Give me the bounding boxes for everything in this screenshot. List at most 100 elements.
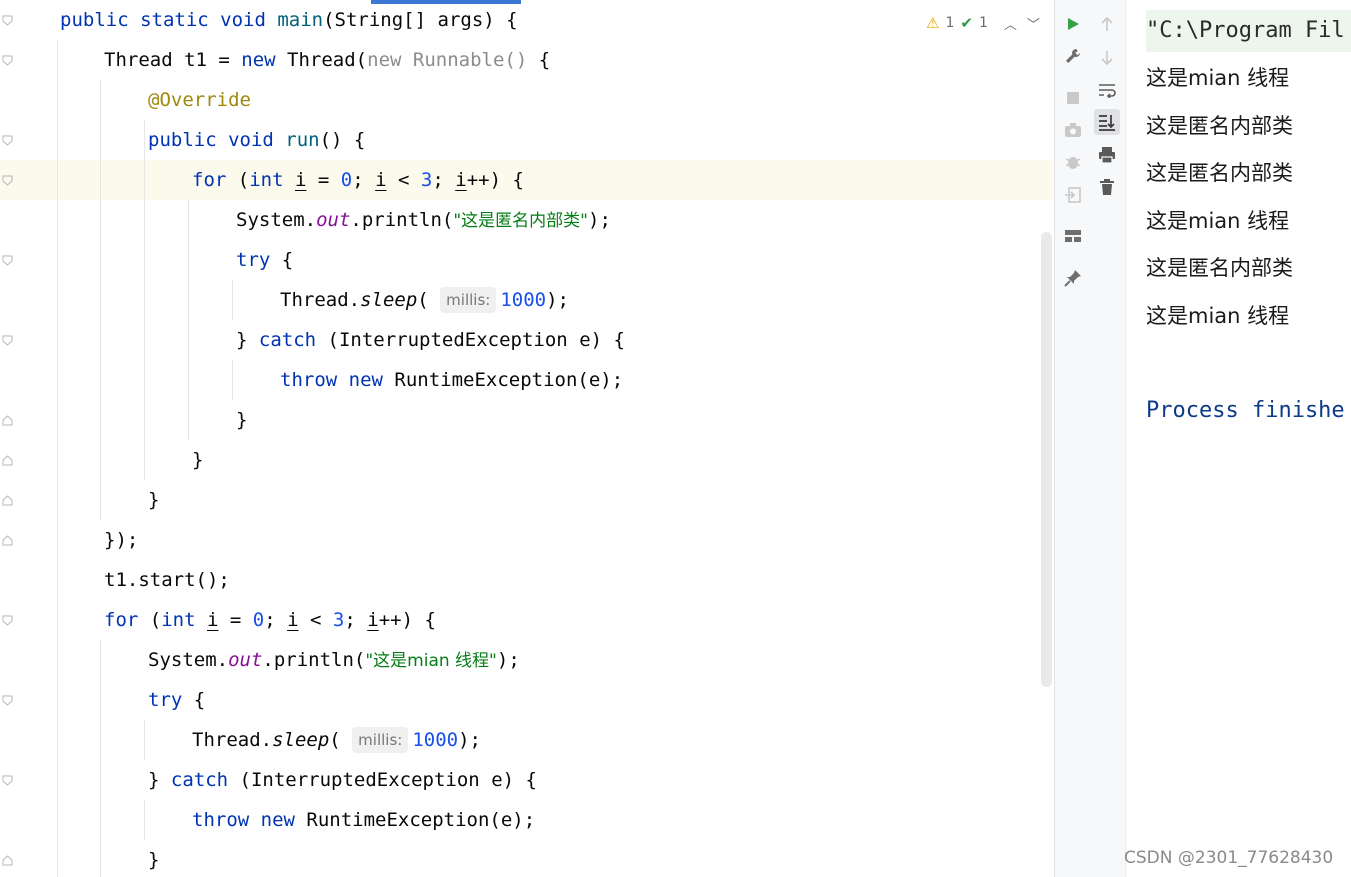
indent-guide (100, 80, 101, 520)
stop-icon[interactable] (1063, 88, 1083, 108)
indent-guide (144, 720, 145, 760)
code-token: Thread( (287, 49, 368, 71)
code-token: Thread. (280, 289, 361, 311)
code-token: i (455, 169, 467, 191)
code-token: i (375, 169, 387, 191)
code-token: < (298, 609, 333, 631)
code-line[interactable]: }); (0, 520, 1054, 560)
code-editor[interactable]: public static void main(String[] args) {… (0, 0, 1054, 877)
code-line[interactable]: } (0, 840, 1054, 877)
code-line[interactable]: for (int i = 0; i < 3; i++) { (0, 600, 1054, 640)
fold-marker-icon[interactable] (2, 135, 13, 146)
code-line[interactable]: throw new RuntimeException(e); (0, 360, 1054, 400)
code-line[interactable]: } (0, 400, 1054, 440)
code-token: } (148, 489, 160, 511)
print-icon[interactable] (1097, 145, 1117, 165)
code-line[interactable]: } (0, 480, 1054, 520)
code-line[interactable]: @Override (0, 80, 1054, 120)
next-highlight-icon[interactable]: ﹀ (1027, 14, 1040, 33)
code-token: { (538, 49, 551, 71)
code-token: } (148, 849, 160, 871)
code-token: ); (546, 289, 569, 311)
code-token: out (228, 649, 263, 671)
pin-icon[interactable] (1063, 268, 1083, 288)
code-token: for (192, 169, 238, 191)
code-line[interactable]: try { (0, 240, 1054, 280)
fold-marker-icon[interactable] (2, 455, 13, 466)
code-line[interactable]: throw new RuntimeException(e); (0, 800, 1054, 840)
fold-marker-icon[interactable] (2, 255, 13, 266)
wrench-icon[interactable] (1063, 46, 1083, 66)
layout-icon[interactable] (1063, 226, 1083, 246)
code-line[interactable]: public static void main(String[] args) { (0, 0, 1054, 40)
soft-wrap-icon[interactable] (1097, 80, 1117, 100)
indent-guide (188, 200, 189, 440)
code-line[interactable]: public void run() { (0, 120, 1054, 160)
code-line[interactable]: Thread.sleep( millis: 1000); (0, 720, 1054, 760)
code-line[interactable]: try { (0, 680, 1054, 720)
code-line[interactable]: System.out.println("这是mian 线程"); (0, 640, 1054, 680)
code-token: sleep (272, 729, 330, 751)
code-line[interactable]: System.out.println("这是匿名内部类"); (0, 200, 1054, 240)
code-token: 0 (252, 609, 265, 631)
console-toolbar (1091, 0, 1126, 877)
code-line[interactable]: } catch (InterruptedException e) { (0, 320, 1054, 360)
previous-highlight-icon[interactable]: ︿ (1004, 14, 1017, 33)
code-token: i (287, 609, 299, 631)
code-token: }); (104, 529, 139, 551)
typo-count: 1 (978, 15, 988, 31)
code-token: ++) { (378, 609, 436, 631)
code-line[interactable]: Thread.sleep( millis: 1000); (0, 280, 1054, 320)
code-token: .println( (350, 209, 454, 231)
code-token: new Runnable() (367, 49, 539, 71)
code-token: ++) { (466, 169, 524, 191)
fold-marker-icon[interactable] (2, 15, 13, 26)
code-token: (InterruptedException e) { (239, 769, 537, 791)
indent-guide (232, 280, 233, 320)
fold-marker-icon[interactable] (2, 775, 13, 786)
code-token: ); (458, 729, 481, 751)
indent-guide (232, 360, 233, 400)
fold-marker-icon[interactable] (2, 615, 13, 626)
fold-marker-icon[interactable] (2, 495, 13, 506)
code-token: (InterruptedException e) { (327, 329, 625, 351)
fold-marker-icon[interactable] (2, 695, 13, 706)
code-token: 1000 (412, 729, 459, 751)
code-line[interactable]: Thread t1 = new Thread(new Runnable() { (0, 40, 1054, 80)
code-line[interactable]: } catch (InterruptedException e) { (0, 760, 1054, 800)
code-token: "这是匿名内部类" (453, 211, 588, 231)
console-output-line: 这是匿名内部类 (1146, 161, 1293, 185)
indent-guide (144, 120, 145, 480)
code-line[interactable]: t1.start(); (0, 560, 1054, 600)
camera-icon[interactable] (1063, 120, 1083, 140)
code-line[interactable]: } (0, 440, 1054, 480)
arrow-down-icon[interactable] (1097, 48, 1117, 68)
fold-marker-icon[interactable] (2, 415, 13, 426)
debug-bug-icon[interactable] (1063, 152, 1083, 172)
code-token: int (161, 609, 207, 631)
console-output-line: 这是mian 线程 (1146, 209, 1290, 233)
fold-marker-icon[interactable] (2, 855, 13, 866)
inspection-widget[interactable]: ⚠ 1 ✔ 1 ︿ ﹀ (926, 12, 1040, 34)
code-token: } (236, 329, 259, 351)
run-toolbar (1054, 0, 1092, 877)
code-token: 1000 (500, 289, 547, 311)
warning-icon: ⚠ (926, 14, 940, 32)
current-code-line[interactable]: for (int i = 0; i < 3; i++) { (0, 160, 1054, 200)
fold-marker-icon[interactable] (2, 335, 13, 346)
editor-scrollbar[interactable] (1041, 232, 1052, 687)
code-token: ( (329, 729, 353, 751)
arrow-up-icon[interactable] (1097, 14, 1117, 34)
exit-icon[interactable] (1063, 185, 1083, 205)
fold-marker-icon[interactable] (2, 55, 13, 66)
code-token: int (249, 169, 295, 191)
code-token: catch (170, 769, 240, 791)
code-token: 0 (340, 169, 353, 191)
fold-marker-icon[interactable] (2, 535, 13, 546)
trash-icon[interactable] (1097, 177, 1117, 197)
scroll-to-end-icon[interactable] (1094, 109, 1120, 135)
fold-marker-icon[interactable] (2, 175, 13, 186)
indent-guide (144, 800, 145, 840)
run-icon[interactable] (1063, 14, 1083, 34)
code-token: { (281, 249, 294, 271)
